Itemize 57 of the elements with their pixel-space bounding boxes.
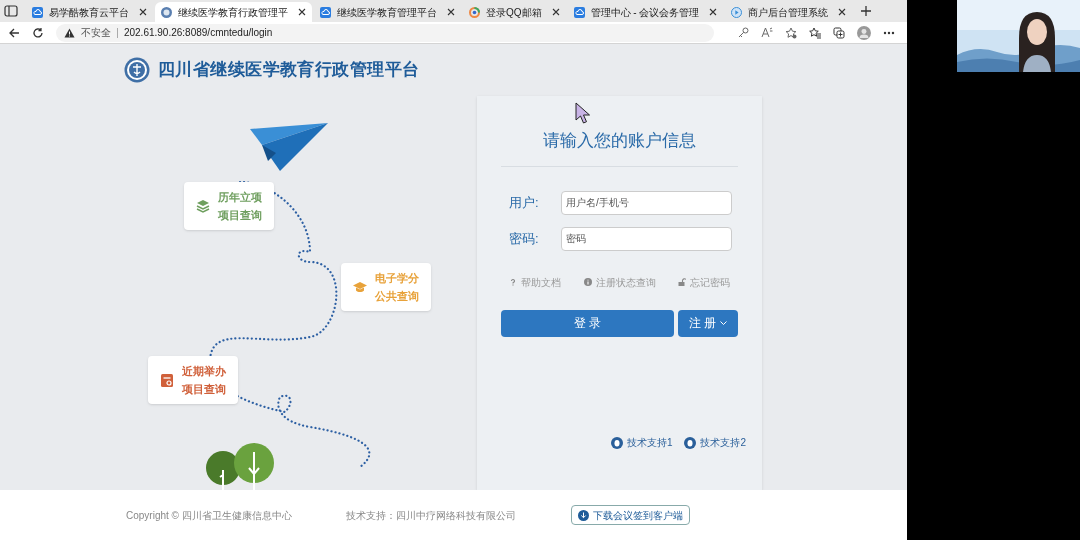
quick-link-label: 项目查询 (182, 382, 226, 397)
read-aloud-icon[interactable] (761, 27, 774, 38)
cloud-icon (320, 6, 331, 18)
tab-actions-icon[interactable] (4, 5, 18, 17)
more-icon[interactable] (883, 30, 895, 35)
favorites-icon[interactable] (809, 26, 822, 39)
emblem-logo-icon (124, 57, 150, 83)
address-bar[interactable]: 不安全 202.61.90.26:8089/cmntedu/login (55, 23, 715, 42)
warning-icon (63, 27, 75, 38)
quick-link-label: 电子学分 (375, 271, 419, 286)
cloud-icon (32, 6, 43, 18)
security-label: 不安全 (80, 26, 111, 40)
url-text: 202.61.90.26:8089/cmntedu/login (123, 26, 273, 40)
close-tab-icon[interactable] (298, 8, 306, 16)
field-label: 用户: (508, 193, 540, 212)
support-link[interactable]: 技术支持2 (684, 435, 746, 450)
register-button[interactable]: 注 册 (678, 309, 738, 337)
quick-link-card[interactable]: 近期举办 项目查询 (148, 356, 238, 404)
tech-support-text: 技术支持：四川中疗网络科技有限公司 (346, 508, 517, 523)
support-link[interactable]: 技术支持1 (610, 435, 673, 450)
quick-link-label: 近期举办 (182, 364, 226, 379)
quick-link-label: 公共查询 (375, 289, 419, 304)
quick-link-label: 历年立项 (218, 190, 262, 205)
download-client-button[interactable]: 下载会议签到客户端 (571, 505, 690, 525)
key-icon[interactable] (738, 27, 750, 38)
new-tab-icon[interactable] (860, 5, 873, 17)
close-tab-icon[interactable] (838, 8, 847, 16)
play-icon (731, 6, 743, 18)
back-icon[interactable] (8, 26, 20, 39)
quick-link-label: 项目查询 (218, 208, 262, 223)
quick-link-card[interactable]: 历年立项 项目查询 (184, 182, 274, 230)
login-heading: 请输入您的账户信息 (501, 128, 738, 167)
input-field[interactable]: 密码 (561, 226, 732, 251)
info-icon (583, 278, 592, 286)
close-tab-icon[interactable] (551, 8, 560, 16)
add-favorite-icon[interactable] (785, 26, 798, 39)
field-label: 密码: (508, 229, 540, 248)
close-tab-icon[interactable] (139, 8, 147, 16)
help-icon (509, 278, 517, 286)
site-title: 四川省继续医学教育行政管理平台 (158, 59, 420, 82)
close-tab-icon[interactable] (447, 8, 455, 16)
collections-icon[interactable] (833, 26, 846, 39)
close-tab-icon[interactable] (709, 8, 718, 16)
cloud-icon (573, 6, 585, 18)
cursor-icon (575, 102, 591, 124)
download-icon (578, 509, 589, 521)
login-button[interactable]: 登 录 (501, 309, 674, 337)
colorful-ring-icon (469, 6, 480, 18)
emblem-icon (161, 6, 172, 18)
profile-icon[interactable] (857, 25, 872, 40)
copyright-text: Copyright © 四川省卫生健康信息中心 (126, 508, 293, 523)
unlocked-padlock-icon (678, 278, 686, 286)
reload-icon[interactable] (31, 26, 44, 39)
browser-tab[interactable]: 继续医学教育行政管理平 (155, 2, 312, 22)
input-field[interactable]: 用户名/手机号 (561, 190, 732, 215)
chevron-down-icon (720, 321, 728, 325)
paper-plane-icon (250, 123, 328, 171)
